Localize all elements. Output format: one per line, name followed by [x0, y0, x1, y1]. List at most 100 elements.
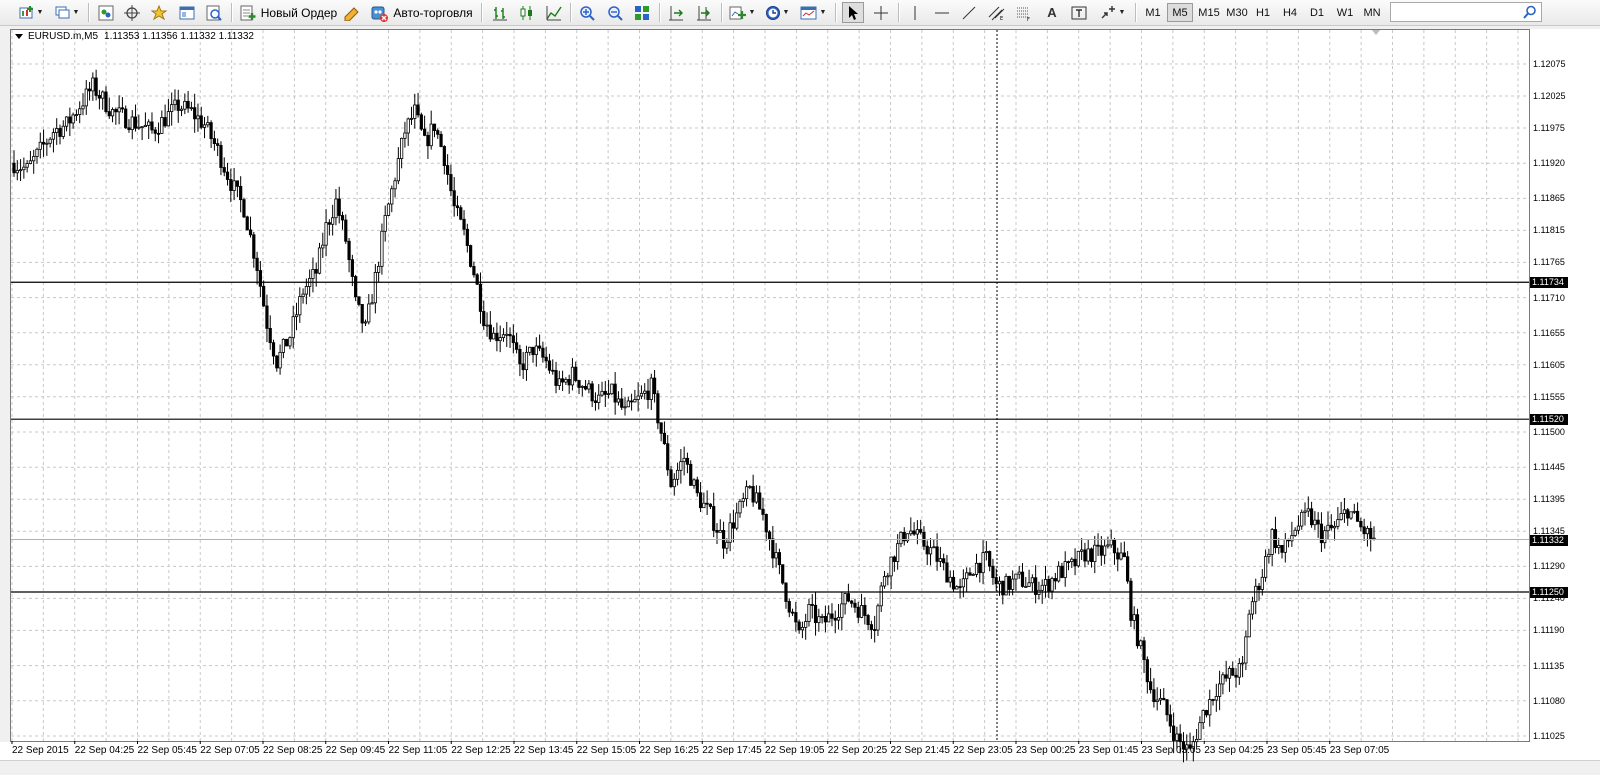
- candle-body: [189, 107, 193, 110]
- candle-body: [712, 506, 716, 531]
- candle-body: [1040, 584, 1044, 591]
- candle-body: [488, 324, 492, 340]
- candle-body: [836, 616, 841, 621]
- candle-body: [777, 552, 782, 566]
- candle-body: [603, 390, 607, 395]
- time-tick-label: 22 Sep 12:25: [451, 745, 511, 756]
- candle-body: [373, 272, 377, 304]
- candle-body: [127, 127, 131, 130]
- candle-body: [1070, 558, 1074, 562]
- candle-body: [1260, 576, 1264, 590]
- candle-body: [1227, 667, 1232, 679]
- candle-body: [725, 541, 729, 549]
- candle-body: [692, 479, 696, 486]
- candle-body: [235, 180, 239, 187]
- candle-body: [216, 143, 220, 146]
- price-level-tag: 1.11332: [1530, 534, 1568, 546]
- candle-body: [853, 602, 857, 608]
- candle-body: [278, 351, 282, 369]
- candle-body: [38, 141, 42, 150]
- candle-body: [899, 531, 903, 545]
- price-level-tag: 1.11250: [1530, 587, 1568, 598]
- candle-body: [577, 380, 581, 388]
- candle-body: [97, 95, 102, 99]
- candle-body: [1099, 545, 1103, 556]
- candle-body: [997, 580, 1002, 585]
- candle-body: [304, 286, 308, 295]
- candle-body: [252, 234, 256, 259]
- candle-body: [629, 400, 634, 403]
- candle-body: [679, 461, 683, 471]
- candle-body: [1195, 738, 1199, 743]
- price-tick-label: 1.11920: [1533, 158, 1565, 169]
- candle-body: [48, 138, 52, 144]
- candle-body: [393, 180, 397, 190]
- chart-menu-triangle-icon[interactable]: [15, 34, 23, 39]
- time-tick-label: 22 Sep 16:25: [639, 745, 700, 756]
- candle-body: [1362, 526, 1366, 535]
- candle-body: [606, 393, 611, 396]
- candle-body: [652, 377, 657, 395]
- candle-body: [12, 162, 16, 174]
- candle-body: [337, 198, 341, 216]
- candle-body: [150, 121, 154, 131]
- price-level-tag: 1.11520: [1530, 414, 1568, 426]
- candle-body: [978, 562, 982, 574]
- candle-body: [110, 109, 115, 117]
- candle-body: [538, 345, 542, 349]
- candle-body: [1142, 640, 1146, 661]
- candle-body: [909, 530, 913, 535]
- candle-body: [1329, 524, 1333, 529]
- candle-body: [35, 148, 39, 157]
- candle-body: [820, 616, 824, 618]
- candle-body: [1027, 582, 1031, 587]
- candle-body: [570, 366, 575, 386]
- candle-body: [1063, 561, 1067, 578]
- candle-body: [232, 180, 236, 191]
- chart-symbol-header[interactable]: EURUSD.m,M5 1.11353 1.11356 1.11332 1.11…: [15, 31, 254, 42]
- candle-body: [790, 611, 795, 614]
- price-tick-label: 1.11815: [1533, 225, 1565, 236]
- candle-body: [344, 219, 348, 242]
- price-tick-label: 1.11080: [1533, 695, 1565, 706]
- candle-body: [1306, 508, 1310, 512]
- candle-body: [212, 138, 216, 144]
- candle-body: [1014, 573, 1018, 580]
- candle-body: [1247, 613, 1251, 638]
- price-tick-label: 1.11655: [1533, 327, 1565, 338]
- candle-body: [551, 369, 555, 372]
- candle-body: [958, 586, 962, 589]
- candle-body: [613, 383, 617, 403]
- candle-body: [810, 604, 814, 606]
- candle-body: [1106, 544, 1110, 547]
- candle-body: [265, 305, 269, 329]
- candle-body: [515, 342, 519, 350]
- candle-body: [1336, 519, 1340, 527]
- candle-body: [472, 266, 476, 276]
- candle-body: [1309, 508, 1314, 526]
- price-chart[interactable]: [0, 0, 1600, 774]
- candle-body: [446, 165, 450, 175]
- candle-body: [426, 134, 430, 147]
- candle-body: [294, 314, 299, 318]
- candle-body: [685, 457, 690, 465]
- candle-body: [656, 393, 660, 424]
- candle-body: [774, 552, 778, 559]
- candle-body: [971, 574, 975, 576]
- candle-body: [1208, 699, 1212, 716]
- candle-body: [682, 457, 686, 463]
- candle-body: [436, 130, 440, 135]
- price-tick-label: 1.11445: [1533, 462, 1565, 473]
- candle-body: [574, 366, 578, 381]
- time-tick-label: 22 Sep 17:45: [702, 745, 762, 756]
- candle-body: [1365, 527, 1370, 535]
- candle-body: [945, 562, 949, 583]
- candle-body: [81, 105, 85, 110]
- candle-body: [360, 304, 364, 324]
- candle-body: [866, 615, 870, 625]
- candle-body: [827, 613, 831, 623]
- time-tick-label: 23 Sep 01:45: [1078, 745, 1139, 756]
- candle-body: [1263, 556, 1268, 578]
- candle-body: [91, 77, 95, 92]
- candle-body: [1165, 699, 1169, 716]
